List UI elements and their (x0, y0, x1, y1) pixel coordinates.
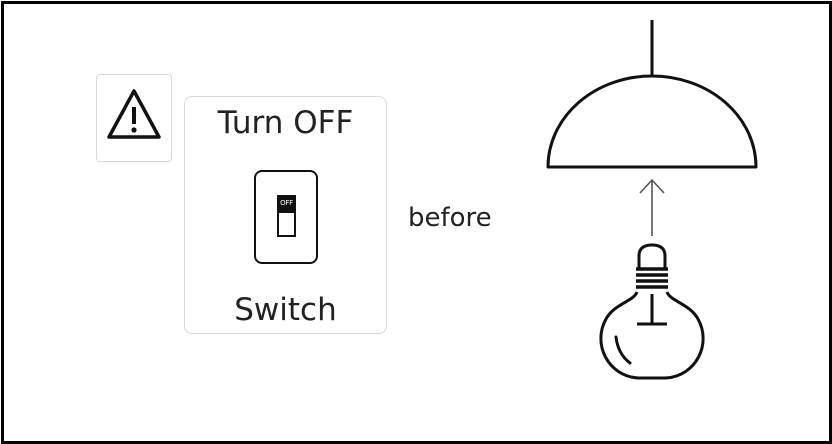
switch-label: Switch (234, 292, 337, 328)
before-text: before (408, 203, 492, 233)
arrow-up-icon (639, 178, 665, 236)
switch-card: Turn OFF OFF Switch (184, 96, 387, 334)
lamp-shade-icon (546, 20, 758, 169)
toggle-off-segment: OFF (279, 197, 294, 213)
warning-triangle-icon (107, 89, 161, 139)
warning-card (96, 74, 172, 162)
light-bulb-icon (599, 243, 705, 380)
turn-off-title: Turn OFF (217, 105, 354, 141)
diagram-frame: Turn OFF OFF Switch before (1, 1, 832, 444)
switch-toggle: OFF (277, 195, 296, 237)
lamp-illustration (546, 20, 758, 380)
light-switch-icon: OFF (254, 170, 318, 264)
toggle-off-text: OFF (280, 199, 293, 207)
